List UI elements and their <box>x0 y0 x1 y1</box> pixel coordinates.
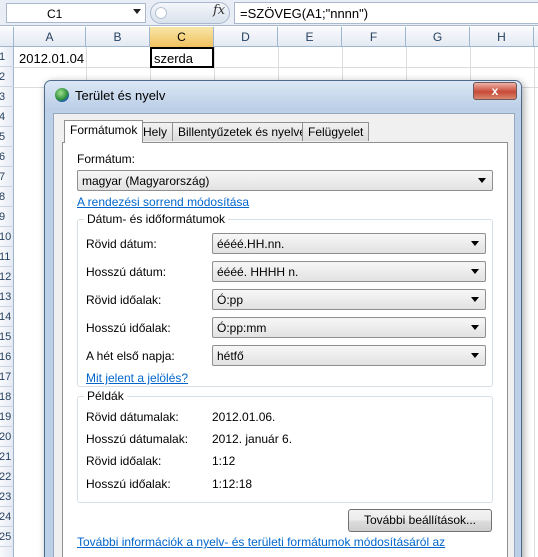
name-box[interactable]: C1 <box>6 3 146 23</box>
row-header[interactable]: 18 <box>0 387 14 407</box>
example-short-date-label: Rövid dátumalak: <box>86 410 179 424</box>
column-header-h[interactable]: H <box>470 27 534 47</box>
datetime-formats-group: Dátum- és időformátumok Rövid dátum: ééé… <box>77 212 493 387</box>
first-day-label: A hét első napja: <box>86 349 175 363</box>
tab-administrative[interactable]: Felügyelet <box>302 122 370 141</box>
format-select[interactable]: magyar (Magyarország) <box>77 170 493 191</box>
row-header[interactable]: 4 <box>0 107 14 127</box>
datetime-group-title: Dátum- és időformátumok <box>84 212 229 226</box>
cell-a1[interactable]: 2012.01.04 <box>19 51 84 66</box>
dialog-body: Formátumok Hely Billentyűzetek és nyelve… <box>53 113 515 557</box>
column-header-g[interactable]: G <box>406 27 470 47</box>
column-header-e[interactable]: E <box>278 27 342 47</box>
row-header[interactable]: 8 <box>0 187 14 207</box>
region-language-dialog: Terület és nyelv x Formátumok Hely Bille… <box>44 80 522 557</box>
dialog-title: Terület és nyelv <box>75 88 166 103</box>
long-time-label: Hosszú időalak: <box>86 321 171 335</box>
row-header[interactable]: 5 <box>0 127 14 147</box>
row-header[interactable]: 20 <box>0 427 14 447</box>
example-short-date-value: 2012.01.06. <box>212 410 276 424</box>
chevron-down-icon <box>471 325 479 330</box>
short-date-label: Rövid dátum: <box>86 237 157 251</box>
row-header[interactable]: 1 <box>0 47 14 67</box>
long-date-value: éééé. HHHH n. <box>217 265 299 279</box>
tab-keyboards-languages[interactable]: Billentyűzetek és nyelvek <box>172 122 319 141</box>
row-header[interactable]: 9 <box>0 207 14 227</box>
first-day-select[interactable]: hétfő <box>212 345 486 366</box>
long-date-select[interactable]: éééé. HHHH n. <box>212 261 486 282</box>
sort-order-link[interactable]: A rendezési sorrend módosítása <box>77 195 249 209</box>
formula-bar: C1 fx =SZÖVEG(A1;"nnnn") <box>0 0 538 26</box>
insert-function-icon[interactable]: fx <box>213 3 225 18</box>
row-header[interactable]: 24 <box>0 507 14 527</box>
example-short-time-label: Rövid időalak: <box>86 454 162 468</box>
chevron-down-icon <box>471 269 479 274</box>
row-header[interactable]: 15 <box>0 327 14 347</box>
column-header-c[interactable]: C <box>150 27 214 47</box>
more-settings-button[interactable]: További beállítások... <box>348 509 492 532</box>
globe-icon <box>55 88 69 102</box>
grip-icon[interactable] <box>155 7 167 19</box>
cell-c1[interactable]: szerda <box>154 51 193 66</box>
formula-input[interactable]: =SZÖVEG(A1;"nnnn") <box>234 2 538 24</box>
first-day-value: hétfő <box>217 349 244 363</box>
long-time-value: Ó:pp:mm <box>217 321 267 335</box>
chevron-down-icon[interactable] <box>133 9 141 14</box>
row-header[interactable]: 3 <box>0 87 14 107</box>
row-header[interactable]: 13 <box>0 287 14 307</box>
column-header-d[interactable]: D <box>214 27 278 47</box>
format-select-value: magyar (Magyarország) <box>82 174 210 188</box>
row-header-column: 1 2 3 4 5 6 7 8 9 10 11 12 13 14 15 16 1… <box>0 47 14 557</box>
examples-group: Példák Rövid dátumalak: 2012.01.06. Hoss… <box>77 389 493 503</box>
row-header[interactable]: 25 <box>0 527 14 547</box>
close-button[interactable]: x <box>473 82 517 100</box>
row-header[interactable]: 21 <box>0 447 14 467</box>
examples-group-title: Példák <box>84 389 127 403</box>
example-long-date-label: Hosszú dátumalak: <box>86 432 189 446</box>
column-header-row: A B C D E F G H <box>0 27 538 47</box>
column-header-f[interactable]: F <box>342 27 406 47</box>
formats-panel: Formátum: magyar (Magyarország) A rendez… <box>62 142 508 557</box>
chevron-down-icon <box>471 297 479 302</box>
row-header[interactable]: 22 <box>0 467 14 487</box>
row-header[interactable]: 12 <box>0 267 14 287</box>
row-header[interactable]: 23 <box>0 487 14 507</box>
short-time-label: Rövid időalak: <box>86 293 162 307</box>
example-long-time-label: Hosszú időalak: <box>86 477 171 491</box>
chevron-down-icon <box>478 178 486 183</box>
short-time-value: Ó:pp <box>217 293 244 307</box>
name-box-value: C1 <box>47 7 63 21</box>
gridline <box>14 67 538 68</box>
row-header[interactable]: 6 <box>0 147 14 167</box>
chevron-down-icon <box>471 353 479 358</box>
formula-text: =SZÖVEG(A1;"nnnn") <box>240 6 369 21</box>
row-header[interactable]: 19 <box>0 407 14 427</box>
column-header-b[interactable]: B <box>86 27 150 47</box>
close-icon: x <box>491 84 499 98</box>
long-time-select[interactable]: Ó:pp:mm <box>212 317 486 338</box>
notation-help-link[interactable]: Mit jelent a jelölés? <box>86 371 188 385</box>
chevron-down-icon <box>471 241 479 246</box>
example-short-time-value: 1:12 <box>212 454 236 468</box>
long-date-label: Hosszú dátum: <box>86 265 167 279</box>
format-label: Formátum: <box>77 152 136 166</box>
dialog-titlebar[interactable]: Terület és nyelv x <box>45 81 521 111</box>
row-header[interactable]: 11 <box>0 247 14 267</box>
row-header[interactable]: 7 <box>0 167 14 187</box>
column-header-a[interactable]: A <box>14 27 86 47</box>
gridline <box>534 47 535 557</box>
row-header[interactable]: 17 <box>0 367 14 387</box>
short-time-select[interactable]: Ó:pp <box>212 289 486 310</box>
tab-formats[interactable]: Formátumok <box>64 120 144 143</box>
row-header[interactable]: 10 <box>0 227 14 247</box>
row-header[interactable]: 2 <box>0 67 14 87</box>
more-info-link[interactable]: További információk a nyelv- és területi… <box>77 535 467 549</box>
example-long-date-value: 2012. január 6. <box>212 432 293 446</box>
row-header[interactable]: 16 <box>0 347 14 367</box>
example-long-time-value: 1:12:18 <box>212 477 253 491</box>
short-date-value: éééé.HH.nn. <box>217 237 285 251</box>
row-header[interactable]: 14 <box>0 307 14 327</box>
select-all-corner[interactable] <box>0 27 14 47</box>
short-date-select[interactable]: éééé.HH.nn. <box>212 233 486 254</box>
